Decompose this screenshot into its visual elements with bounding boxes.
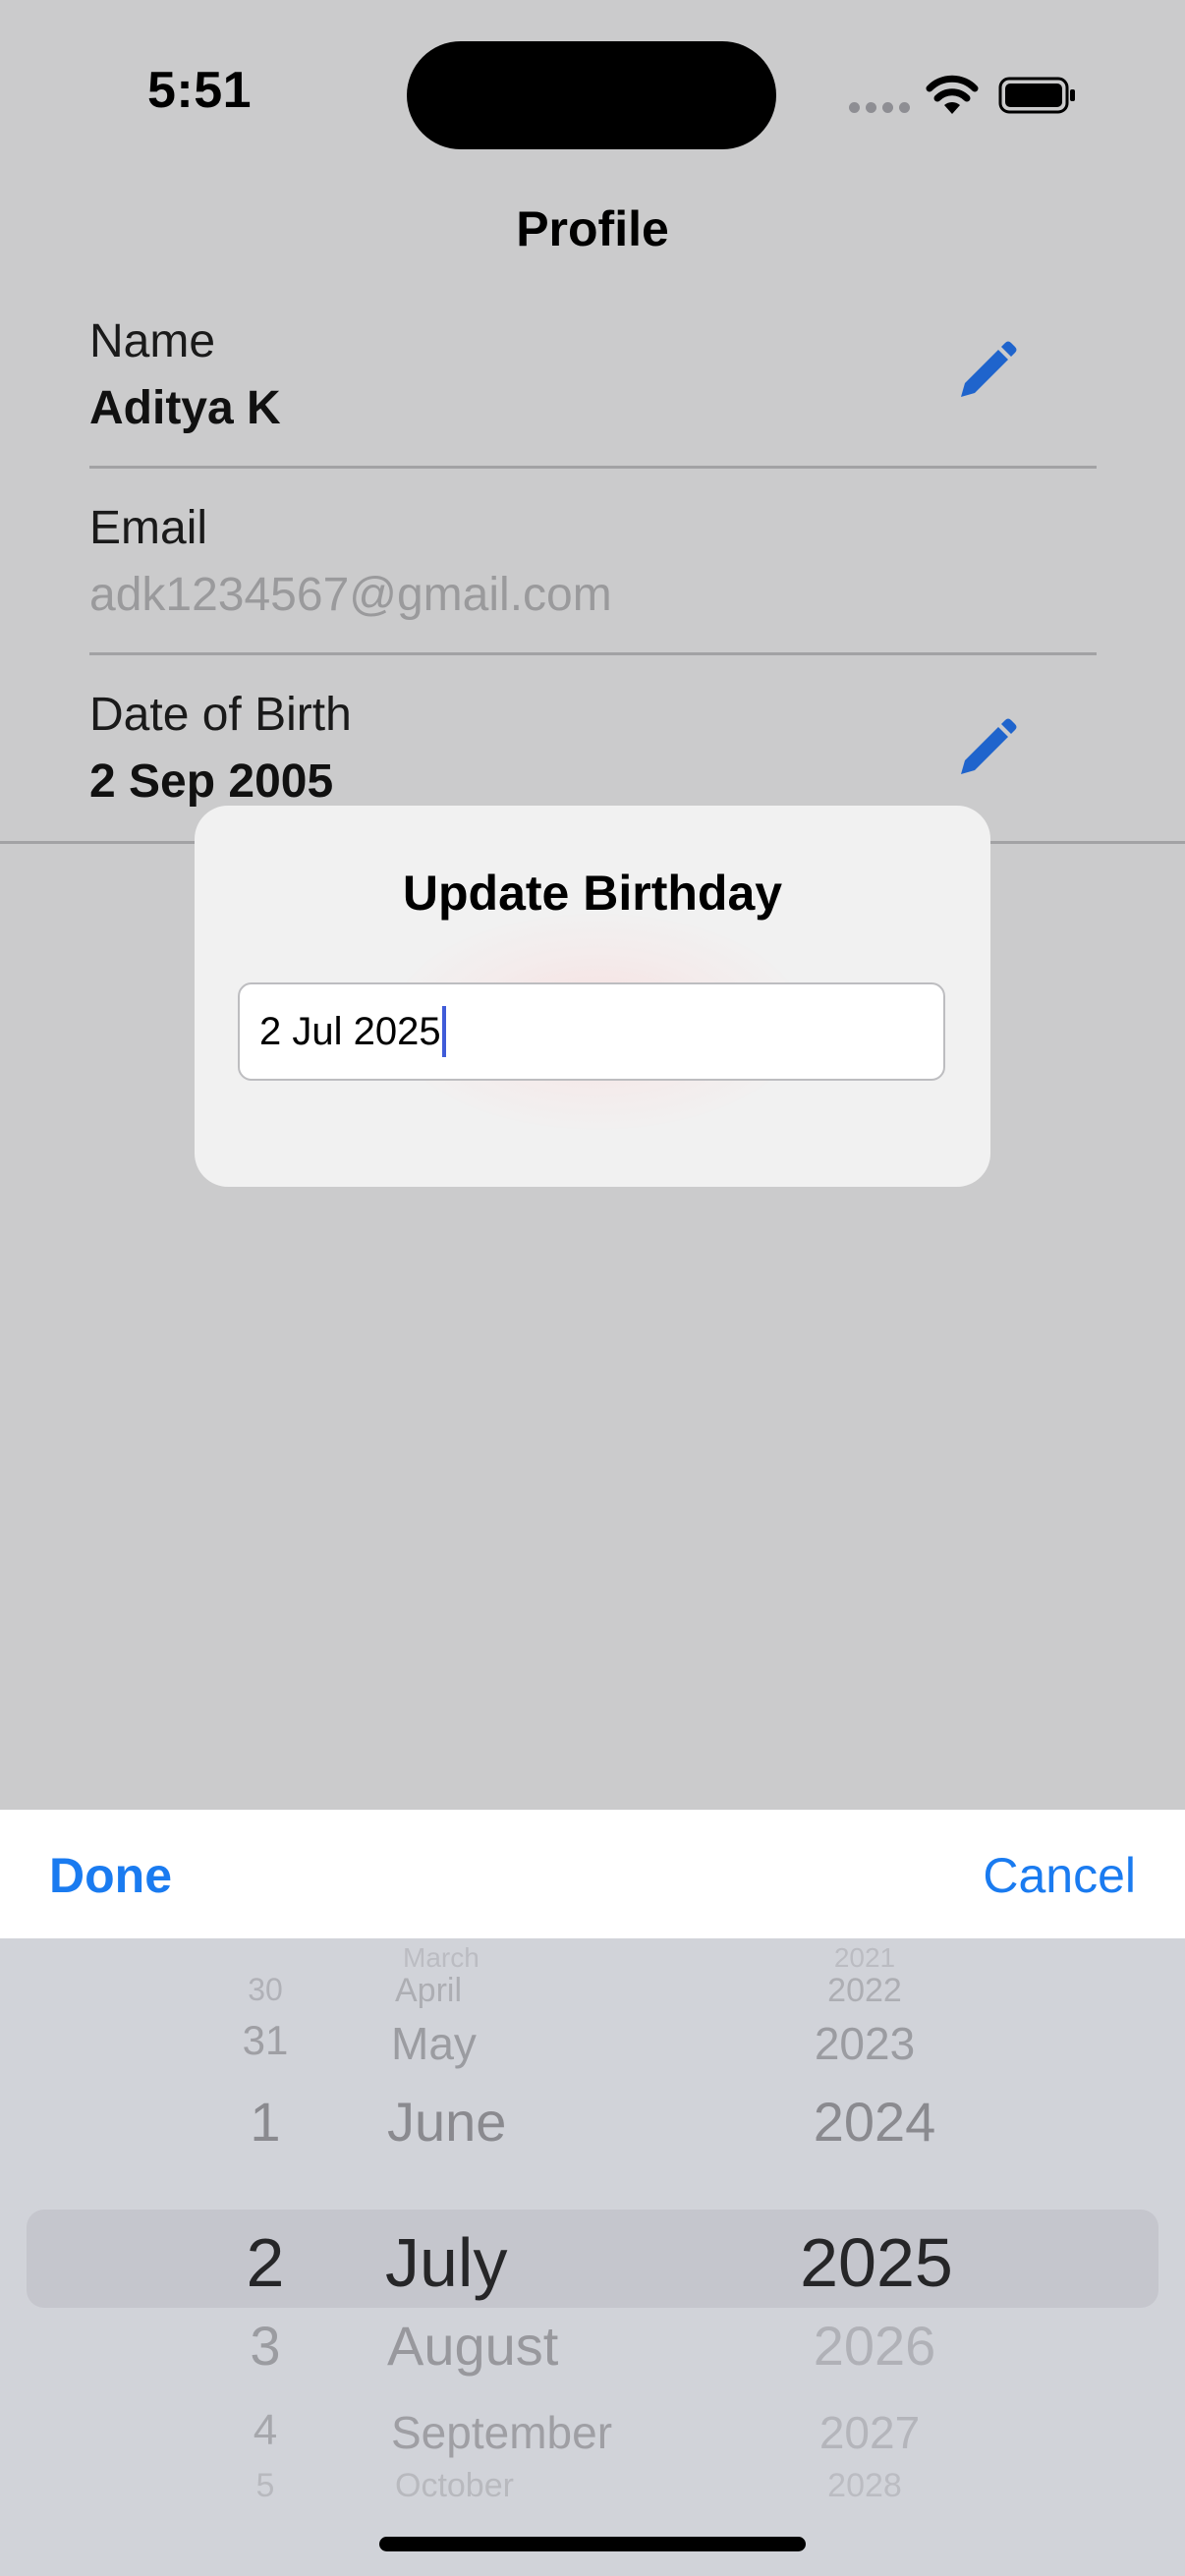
edit-name-pencil-icon[interactable]	[951, 338, 1020, 407]
picker-month-item[interactable]: March	[373, 1942, 717, 1974]
picker-day-item[interactable]: 5	[206, 2467, 324, 2505]
picker-year-item[interactable]: 2024	[776, 2090, 973, 2154]
update-birthday-dialog: Update Birthday 2 Jul 2025	[195, 806, 990, 1187]
dialog-title: Update Birthday	[402, 866, 783, 921]
cellular-signal-icon	[849, 102, 910, 113]
picker-month-item[interactable]: June	[373, 2090, 717, 2154]
name-label: Name	[89, 315, 216, 367]
picker-day-selected[interactable]: 2	[206, 2223, 324, 2302]
divider	[89, 466, 1097, 469]
status-time: 5:51	[147, 62, 253, 119]
picker-month-item[interactable]: May	[373, 2017, 717, 2070]
picker-month-item[interactable]: April	[373, 1972, 717, 2010]
home-indicator[interactable]	[379, 2537, 806, 2551]
done-button[interactable]: Done	[49, 1847, 172, 1904]
picker-month-item[interactable]: August	[373, 2314, 717, 2378]
birthday-input-value: 2 Jul 2025	[259, 1009, 441, 1053]
birthday-input[interactable]: 2 Jul 2025	[238, 982, 945, 1081]
picker-year-item[interactable]: 2023	[766, 2017, 963, 2070]
email-label: Email	[89, 502, 208, 554]
picker-day-item[interactable]: 31	[206, 2017, 324, 2064]
picker-year-item[interactable]: 2021	[766, 1942, 963, 1974]
picker-day-item[interactable]: 3	[206, 2314, 324, 2378]
dob-value: 2 Sep 2005	[89, 756, 334, 808]
picker-month-item[interactable]: October	[373, 2467, 717, 2505]
email-value: adk1234567@gmail.com	[89, 569, 612, 621]
picker-day-item[interactable]: 30	[206, 1972, 324, 2008]
divider	[89, 652, 1097, 655]
picker-year-item[interactable]: 2022	[766, 1972, 963, 2010]
edit-dob-pencil-icon[interactable]	[951, 715, 1020, 784]
picker-year-item[interactable]: 2026	[776, 2314, 973, 2378]
page-title: Profile	[516, 201, 669, 256]
dob-label: Date of Birth	[89, 689, 352, 741]
dynamic-island	[407, 41, 776, 149]
picker-toolbar: Done Cancel	[0, 1809, 1185, 1939]
picker-month-item[interactable]: September	[373, 2406, 717, 2459]
picker-day-item[interactable]: 1	[206, 2090, 324, 2154]
picker-year-selected[interactable]: 2025	[778, 2223, 975, 2302]
name-value: Aditya K	[89, 382, 281, 434]
picker-day-item[interactable]: 4	[206, 2406, 324, 2455]
cancel-button[interactable]: Cancel	[983, 1847, 1136, 1904]
battery-icon	[998, 77, 1075, 114]
picker-year-item[interactable]: 2028	[766, 2467, 963, 2505]
picker-year-item[interactable]: 2027	[771, 2406, 968, 2459]
wifi-icon	[926, 75, 979, 114]
date-picker-wheel[interactable]: 30 31 1 2 3 4 5 March April May June Jul…	[0, 1938, 1185, 2576]
text-caret	[441, 1006, 446, 1057]
picker-month-selected[interactable]: July	[373, 2223, 717, 2302]
